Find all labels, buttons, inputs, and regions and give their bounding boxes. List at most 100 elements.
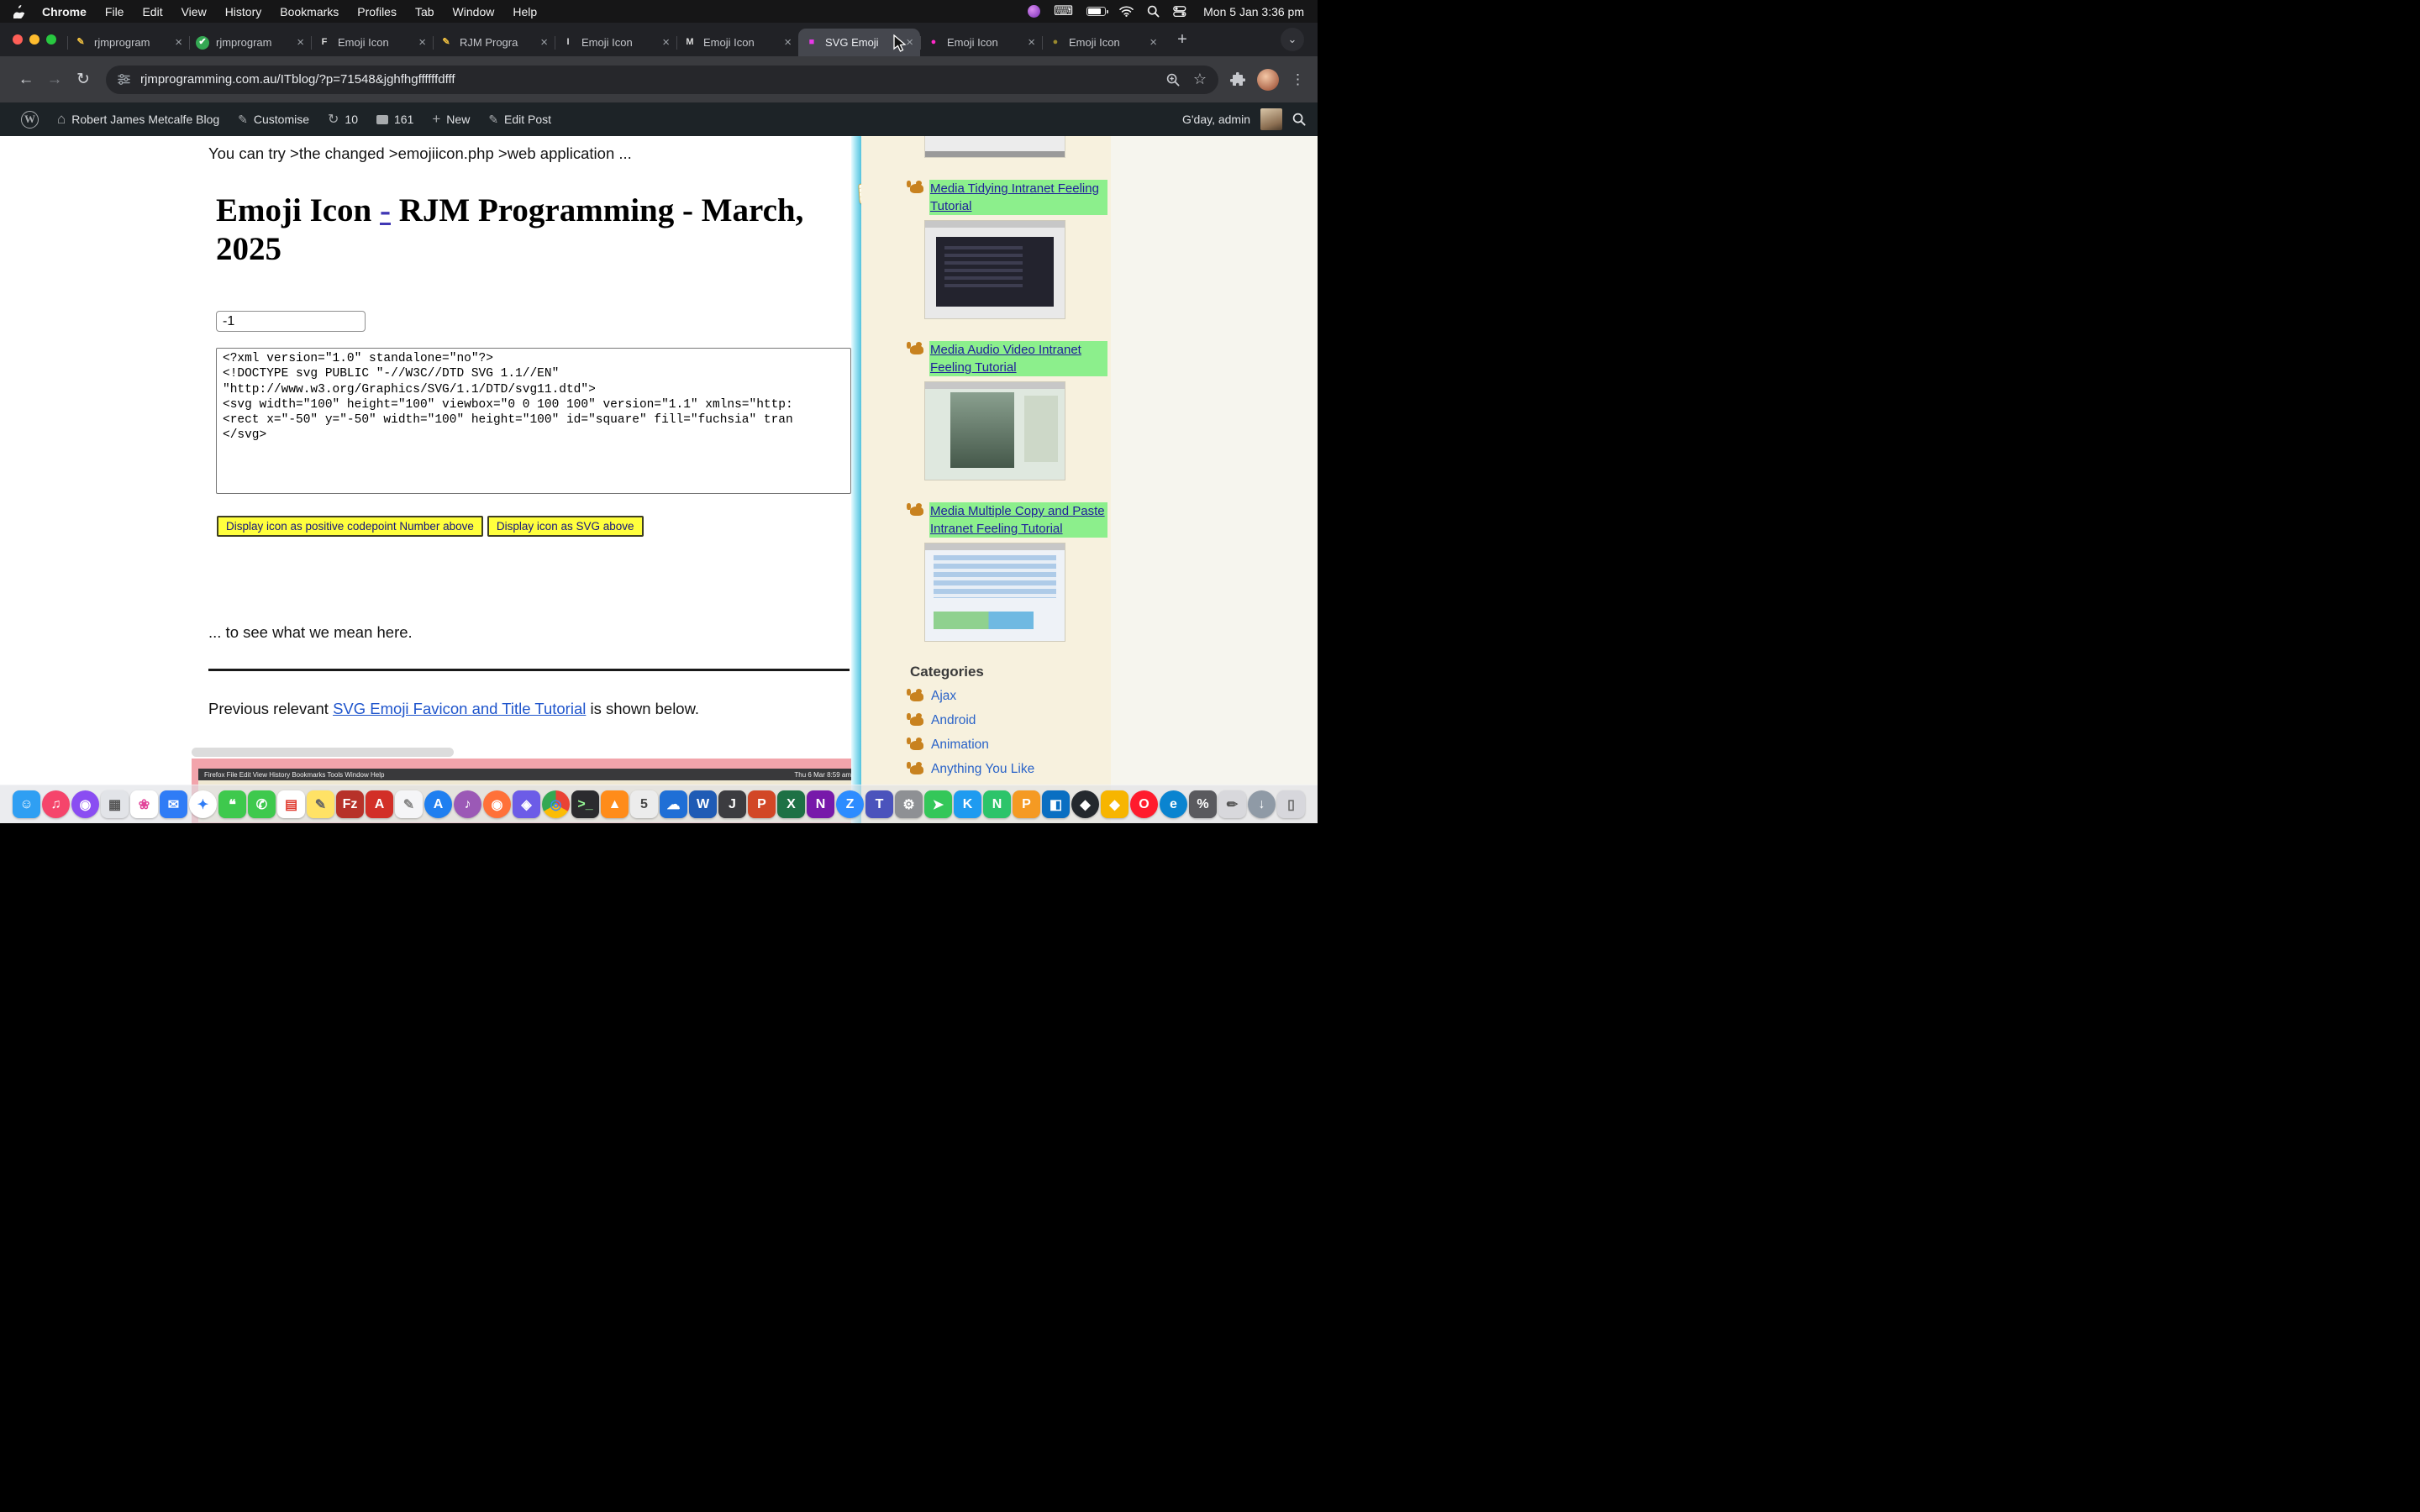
excel-dock-icon[interactable]: X xyxy=(777,790,805,818)
svg-code-textarea[interactable]: <?xml version="1.0" standalone="no"?> <!… xyxy=(216,348,851,494)
menu-bar-item[interactable]: Profiles xyxy=(357,5,397,18)
menu-bar-item[interactable]: View xyxy=(182,5,207,18)
category-link[interactable]: Anything You Like xyxy=(931,762,1034,777)
launchpad-dock-icon[interactable]: ▦ xyxy=(101,790,129,818)
spotlight-search-icon[interactable] xyxy=(1147,5,1160,18)
category-link[interactable]: Animation xyxy=(931,738,989,753)
zoom-dock-icon[interactable]: Z xyxy=(836,790,864,818)
settings-dock-icon[interactable]: ⚙ xyxy=(895,790,923,818)
sidebar-tutorial-link[interactable]: Media Audio Video Intranet Feeling Tutor… xyxy=(929,341,1107,376)
browser-tab[interactable]: ■ SVG Emoji × xyxy=(798,29,920,56)
powerpoint-dock-icon[interactable]: P xyxy=(748,790,776,818)
sidebar-tutorial-link[interactable]: Media Multiple Copy and Paste Intranet F… xyxy=(929,502,1107,538)
address-bar[interactable]: rjmprogramming.com.au/ITblog/?p=71548&jg… xyxy=(106,66,1218,94)
siri-dock-icon[interactable]: ◉ xyxy=(71,790,99,818)
adobe-dock-icon[interactable]: A xyxy=(366,790,393,818)
zoom-page-icon[interactable] xyxy=(1166,73,1180,87)
appstore-dock-icon[interactable]: A xyxy=(424,790,452,818)
word-dock-icon[interactable]: W xyxy=(689,790,717,818)
admin-avatar[interactable] xyxy=(1260,108,1282,130)
onedrive-dock-icon[interactable]: ☁ xyxy=(660,790,687,818)
safari-dock-icon[interactable]: ✦ xyxy=(189,790,217,818)
page-scrollbar-strip[interactable] xyxy=(851,136,861,823)
site-info-icon[interactable] xyxy=(118,74,130,85)
active-app-name[interactable]: Chrome xyxy=(42,5,87,18)
url-text[interactable]: rjmprogramming.com.au/ITblog/?p=71548&jg… xyxy=(140,72,455,87)
admin-search-icon[interactable] xyxy=(1292,113,1306,126)
previous-tutorial-link[interactable]: SVG Emoji Favicon and Title Tutorial xyxy=(333,700,586,717)
browser-tab[interactable]: F Emoji Icon × xyxy=(311,29,433,56)
onenote-dock-icon[interactable]: N xyxy=(807,790,834,818)
tutorial-thumbnail[interactable] xyxy=(924,220,1065,319)
keyboard-icon[interactable]: ⌨ xyxy=(1054,5,1073,18)
browser-menu-icon[interactable]: ⋮ xyxy=(1291,71,1306,88)
reload-button[interactable]: ↻ xyxy=(69,66,97,94)
finder-dock-icon[interactable]: ☺ xyxy=(13,790,40,818)
tab-close-icon[interactable]: × xyxy=(1028,35,1035,50)
howdy-admin-link[interactable]: G'day, admin xyxy=(1182,113,1250,126)
sidebar-partial-thumbnail[interactable] xyxy=(924,136,1065,158)
trash-dock-icon[interactable]: ▯ xyxy=(1277,790,1305,818)
keynote-dock-icon[interactable]: K xyxy=(954,790,981,818)
tutorial-thumbnail[interactable] xyxy=(924,381,1065,480)
status-app-icon[interactable] xyxy=(1028,5,1040,18)
edge-dock-icon[interactable]: e xyxy=(1160,790,1187,818)
browser-tab[interactable]: ✎ rjmprogram × xyxy=(67,29,189,56)
site-name-menu[interactable]: ⌂ Robert James Metcalfe Blog xyxy=(48,102,229,136)
category-link[interactable]: Ajax xyxy=(931,689,956,704)
extensions-puzzle-icon[interactable] xyxy=(1230,72,1245,87)
category-link[interactable]: Android xyxy=(931,713,976,728)
wordpress-logo-menu[interactable]: W xyxy=(12,102,48,136)
tab-close-icon[interactable]: × xyxy=(906,35,913,50)
numbers-dock-icon[interactable]: N xyxy=(983,790,1011,818)
menu-bar-item[interactable]: File xyxy=(105,5,124,18)
filezilla-dock-icon[interactable]: Fz xyxy=(336,790,364,818)
terminal-dock-icon[interactable]: >_ xyxy=(571,790,599,818)
notes-dock-icon[interactable]: ✎ xyxy=(307,790,334,818)
messages-dock-icon[interactable]: ❝ xyxy=(218,790,246,818)
photos-dock-icon[interactable]: ❀ xyxy=(130,790,158,818)
tab-close-icon[interactable]: × xyxy=(1150,35,1157,50)
tutorial-thumbnail[interactable] xyxy=(924,543,1065,642)
activity-monitor-dock-icon[interactable]: % xyxy=(1189,790,1217,818)
menu-bar-item[interactable]: Bookmarks xyxy=(280,5,339,18)
new-content-menu[interactable]: + New xyxy=(423,102,479,136)
textedit-dock-icon[interactable]: ✎ xyxy=(395,790,423,818)
tab-overflow-chevron-icon[interactable]: ⌄ xyxy=(1281,28,1304,51)
menu-bar-clock[interactable]: Mon 5 Jan 3:36 pm xyxy=(1203,5,1304,18)
menu-bar-item[interactable]: Help xyxy=(513,5,537,18)
vlc-dock-icon[interactable]: ▲ xyxy=(601,790,629,818)
tab-close-icon[interactable]: × xyxy=(662,35,670,50)
pages-dock-icon[interactable]: P xyxy=(1013,790,1040,818)
comments-menu[interactable]: 161 xyxy=(367,102,423,136)
new-tab-button[interactable]: + xyxy=(1171,28,1194,51)
browser-tab[interactable]: ✔ rjmprogram × xyxy=(189,29,311,56)
control-center-icon[interactable] xyxy=(1173,6,1186,17)
tab-close-icon[interactable]: × xyxy=(175,35,182,50)
display-codepoint-button[interactable]: Display icon as positive codepoint Numbe… xyxy=(217,516,483,537)
calendar-dock-icon[interactable]: ▤ xyxy=(277,790,305,818)
codepoint-input[interactable] xyxy=(216,311,366,332)
maps-dock-icon[interactable]: ➤ xyxy=(924,790,952,818)
sketch-dock-icon[interactable]: ◆ xyxy=(1101,790,1128,818)
tab-close-icon[interactable]: × xyxy=(540,35,548,50)
close-window-button[interactable] xyxy=(13,34,23,45)
edit-post-menu[interactable]: ✎ Edit Post xyxy=(479,102,560,136)
firefox-dock-icon[interactable]: ◉ xyxy=(483,790,511,818)
browser-tab[interactable]: ● Emoji Icon × xyxy=(920,29,1042,56)
menu-bar-item[interactable]: History xyxy=(225,5,262,18)
facetime-dock-icon[interactable]: ✆ xyxy=(248,790,276,818)
itunes-dock-icon[interactable]: ♪ xyxy=(454,790,481,818)
profile-avatar[interactable] xyxy=(1257,69,1279,91)
opera-dock-icon[interactable]: O xyxy=(1130,790,1158,818)
stickies-dock-icon[interactable]: 5 xyxy=(630,790,658,818)
browser-tab[interactable]: I Emoji Icon × xyxy=(555,29,676,56)
customise-menu[interactable]: ✎ Customise xyxy=(229,102,318,136)
display-svg-button[interactable]: Display icon as SVG above xyxy=(487,516,644,537)
minimize-window-button[interactable] xyxy=(29,34,39,45)
browser-tab[interactable]: ● Emoji Icon × xyxy=(1042,29,1164,56)
journal-dock-icon[interactable]: J xyxy=(718,790,746,818)
chrome-dock-icon[interactable]: ◎ xyxy=(542,790,570,818)
tab-close-icon[interactable]: × xyxy=(418,35,426,50)
tab-close-icon[interactable]: × xyxy=(784,35,792,50)
